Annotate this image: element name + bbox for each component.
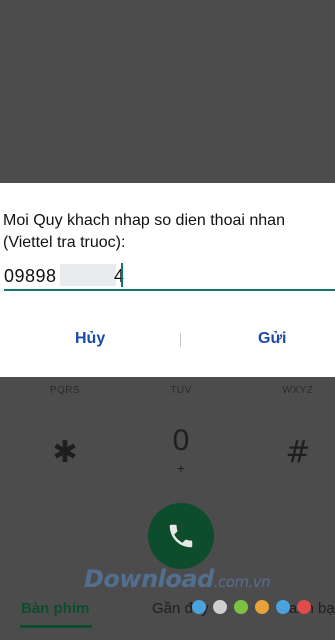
watermark-dot [213, 600, 227, 614]
input-underline [4, 289, 335, 291]
watermark-dot [255, 600, 269, 614]
button-divider [180, 333, 181, 347]
hash-symbol: # [285, 435, 311, 470]
key-star[interactable]: ✱ [48, 436, 82, 470]
cancel-button[interactable]: Hủy [75, 330, 105, 348]
phone-number-input[interactable]: 09898 4 [4, 262, 335, 292]
phone-icon [169, 524, 193, 548]
phone-number-prefix: 09898 [4, 266, 57, 286]
key-7-letters: PQRS [49, 385, 81, 396]
redaction-mask [60, 264, 116, 286]
ussd-input-dialog: Moi Quy khach nhap so dien thoai nhan (V… [0, 183, 335, 377]
watermark-domain: .com.vn [213, 573, 271, 591]
watermark-dot [234, 600, 248, 614]
download-watermark: Download.com.vn [84, 565, 271, 593]
call-button[interactable] [148, 503, 214, 569]
watermark-dots [192, 600, 311, 614]
text-cursor [121, 263, 123, 287]
key-hash[interactable]: # [284, 436, 312, 470]
watermark-dot [297, 600, 311, 614]
watermark-dot [276, 600, 290, 614]
watermark-dot [192, 600, 206, 614]
key-9[interactable]: WXYZ [276, 385, 320, 396]
star-symbol: ✱ [52, 435, 78, 470]
key-9-letters: WXYZ [282, 385, 314, 396]
tab-keypad[interactable]: Bàn phím [21, 600, 89, 617]
key-0[interactable]: 0 + [166, 424, 196, 476]
key-8[interactable]: TUV [161, 385, 201, 396]
key-8-letters: TUV [170, 385, 192, 396]
send-button[interactable]: Gửi [258, 330, 286, 348]
dialog-message: Moi Quy khach nhap so dien thoai nhan (V… [3, 212, 285, 251]
key-7[interactable]: PQRS [45, 385, 85, 396]
key-0-digit: 0 [172, 424, 190, 457]
watermark-brand: Download [84, 565, 214, 593]
key-0-plus: + [176, 460, 186, 476]
tab-active-indicator [20, 625, 92, 628]
